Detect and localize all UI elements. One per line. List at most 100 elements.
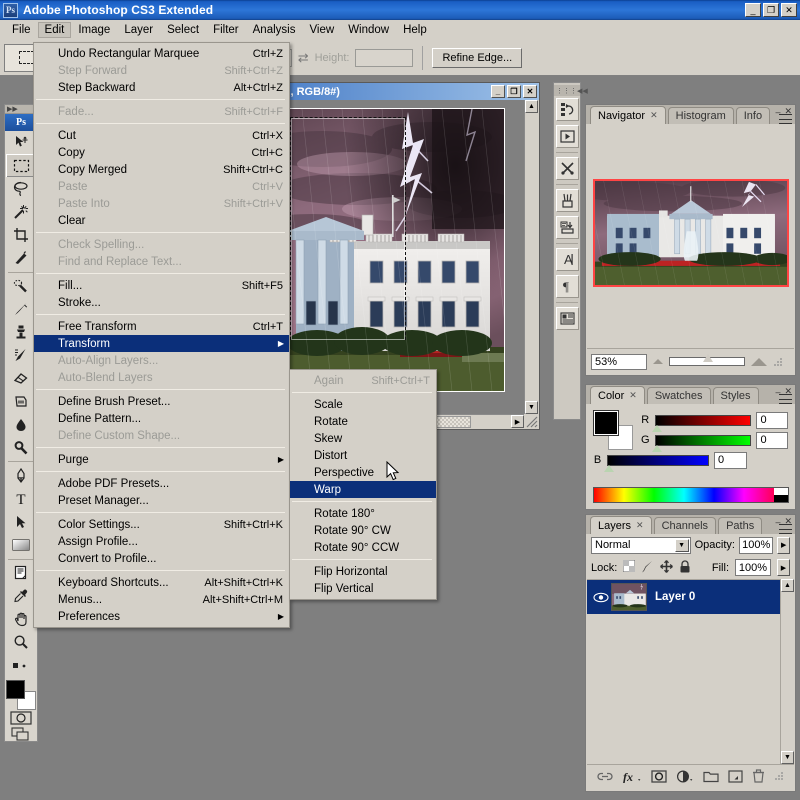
brush-tool[interactable]	[6, 298, 36, 321]
edit-menu-item[interactable]: Preset Manager...	[34, 492, 289, 509]
tab-histogram[interactable]: Histogram	[667, 107, 734, 124]
healing-brush-tool[interactable]	[6, 274, 36, 297]
blue-slider[interactable]	[604, 454, 709, 472]
blend-mode-select[interactable]: Normal ▼	[591, 536, 691, 554]
close-icon[interactable]: ✕	[650, 110, 658, 121]
layer-thumbnail[interactable]	[611, 583, 647, 611]
transform-menu-item[interactable]: Flip Vertical	[290, 580, 436, 597]
transform-menu-item[interactable]: Perspective	[290, 464, 436, 481]
zoom-in-icon[interactable]	[751, 357, 767, 366]
hand-tool[interactable]	[6, 608, 36, 631]
menu-image[interactable]: Image	[71, 22, 117, 38]
edit-menu-item[interactable]: Define Pattern...	[34, 410, 289, 427]
edit-menu-item[interactable]: Clear	[34, 212, 289, 229]
close-icon[interactable]: ✕	[636, 520, 644, 531]
edit-menu-item[interactable]: Undo Rectangular Marquee Ctrl+Z	[34, 45, 289, 62]
crop-tool[interactable]	[6, 223, 36, 246]
new-adjustment-layer-icon[interactable]	[676, 769, 694, 786]
opacity-input[interactable]: 100%	[738, 536, 774, 554]
menu-window[interactable]: Window	[341, 22, 396, 38]
tab-paths[interactable]: Paths	[718, 517, 763, 534]
pen-tool[interactable]	[6, 464, 36, 487]
paragraph-panel-icon[interactable]: ¶	[555, 275, 579, 298]
menu-edit[interactable]: Edit	[37, 22, 72, 38]
new-group-icon[interactable]	[703, 770, 719, 786]
scroll-down-button[interactable]: ▼	[781, 751, 794, 764]
scroll-up-button[interactable]: ▲	[525, 100, 538, 113]
extra-tools-icon[interactable]	[6, 654, 36, 677]
scroll-down-button[interactable]: ▼	[525, 401, 538, 414]
dock-grip[interactable]: ⋮⋮⋮ ◀◀	[554, 85, 588, 96]
transform-menu-item[interactable]: Scale	[290, 396, 436, 413]
edit-menu-item[interactable]: Transform ▶	[34, 335, 289, 352]
zoom-out-icon[interactable]	[653, 359, 663, 364]
tab-color[interactable]: Color ✕	[590, 386, 645, 404]
gradient-tool[interactable]	[6, 390, 36, 413]
new-layer-icon[interactable]	[728, 769, 743, 786]
color-swatches[interactable]	[6, 680, 36, 711]
document-minimize-button[interactable]: _	[491, 85, 505, 98]
transform-menu-item[interactable]: Warp	[290, 481, 436, 498]
lock-all-icon[interactable]	[679, 559, 691, 576]
edit-menu-item[interactable]: Menus... Alt+Shift+Ctrl+M	[34, 591, 289, 608]
tab-channels[interactable]: Channels	[653, 517, 717, 534]
eyedropper-tool[interactable]	[6, 585, 36, 608]
foreground-color-swatch[interactable]	[6, 680, 25, 700]
link-layers-icon[interactable]	[597, 771, 614, 785]
move-tool[interactable]	[6, 131, 36, 154]
notes-tool[interactable]	[6, 562, 36, 585]
scroll-right-button[interactable]: ▶	[511, 415, 524, 428]
menu-file[interactable]: File	[5, 22, 38, 38]
height-input[interactable]	[355, 48, 414, 67]
quick-mask-icon[interactable]	[8, 711, 34, 725]
layer-row[interactable]: Layer 0	[587, 580, 794, 614]
edit-menu-item[interactable]: Purge ▶	[34, 451, 289, 468]
color-panel-swatches[interactable]	[593, 410, 635, 450]
navigator-panel-menu-icon[interactable]	[779, 114, 792, 124]
spectrum-gradient[interactable]	[594, 488, 774, 502]
chevron-down-icon[interactable]: ▼	[674, 538, 689, 552]
tab-swatches[interactable]: Swatches	[646, 387, 711, 404]
document-maximize-button[interactable]: ❐	[507, 85, 521, 98]
tab-navigator[interactable]: Navigator ✕	[590, 106, 666, 124]
white-black-swatches[interactable]	[774, 488, 788, 502]
edit-menu-item[interactable]: Free Transform Ctrl+T	[34, 318, 289, 335]
menu-help[interactable]: Help	[396, 22, 434, 38]
history-panel-icon[interactable]	[555, 98, 579, 121]
layers-list-scrollbar[interactable]: ▲ ▼	[780, 579, 794, 764]
red-slider-handle[interactable]	[651, 424, 662, 432]
blur-tool[interactable]	[6, 413, 36, 436]
close-button[interactable]: ✕	[781, 3, 797, 17]
navigator-preview[interactable]	[587, 124, 794, 342]
edit-menu-item[interactable]: Cut Ctrl+X	[34, 127, 289, 144]
zoom-level-input[interactable]: 53%	[591, 353, 647, 370]
edit-menu-item[interactable]: Fill... Shift+F5	[34, 277, 289, 294]
dodge-tool[interactable]	[6, 436, 36, 459]
rectangular-marquee-tool[interactable]	[6, 153, 36, 178]
path-selection-tool[interactable]	[6, 510, 36, 533]
edit-menu-item[interactable]: Color Settings... Shift+Ctrl+K	[34, 516, 289, 533]
screen-mode-icon[interactable]	[8, 727, 34, 741]
transform-menu-item[interactable]: Rotate 90° CCW	[290, 539, 436, 556]
close-icon[interactable]: ✕	[629, 390, 637, 401]
red-value-input[interactable]: 0	[756, 411, 788, 429]
refine-edge-button[interactable]: Refine Edge...	[432, 47, 523, 68]
green-slider-handle[interactable]	[651, 444, 662, 452]
shape-tool[interactable]	[6, 534, 36, 557]
canvas-area[interactable]	[273, 100, 524, 414]
lock-transparency-icon[interactable]	[622, 559, 636, 575]
character-panel-icon[interactable]: A	[555, 248, 579, 271]
transform-menu-item[interactable]: Rotate	[290, 413, 436, 430]
clone-stamp-tool[interactable]	[6, 321, 36, 344]
edit-menu-item[interactable]: Copy Merged Shift+Ctrl+C	[34, 161, 289, 178]
fill-input[interactable]: 100%	[735, 559, 771, 576]
zoom-slider[interactable]	[669, 354, 745, 366]
panel-resize-grip-icon[interactable]	[774, 771, 784, 784]
foreground-color-swatch[interactable]	[593, 410, 619, 436]
menu-filter[interactable]: Filter	[206, 22, 246, 38]
white-swatch[interactable]	[774, 488, 788, 495]
menu-analysis[interactable]: Analysis	[246, 22, 303, 38]
edit-menu-item[interactable]: Keyboard Shortcuts... Alt+Shift+Ctrl+K	[34, 574, 289, 591]
fill-stepper[interactable]: ▶	[777, 559, 790, 576]
edit-menu-item[interactable]: Preferences ▶	[34, 608, 289, 625]
